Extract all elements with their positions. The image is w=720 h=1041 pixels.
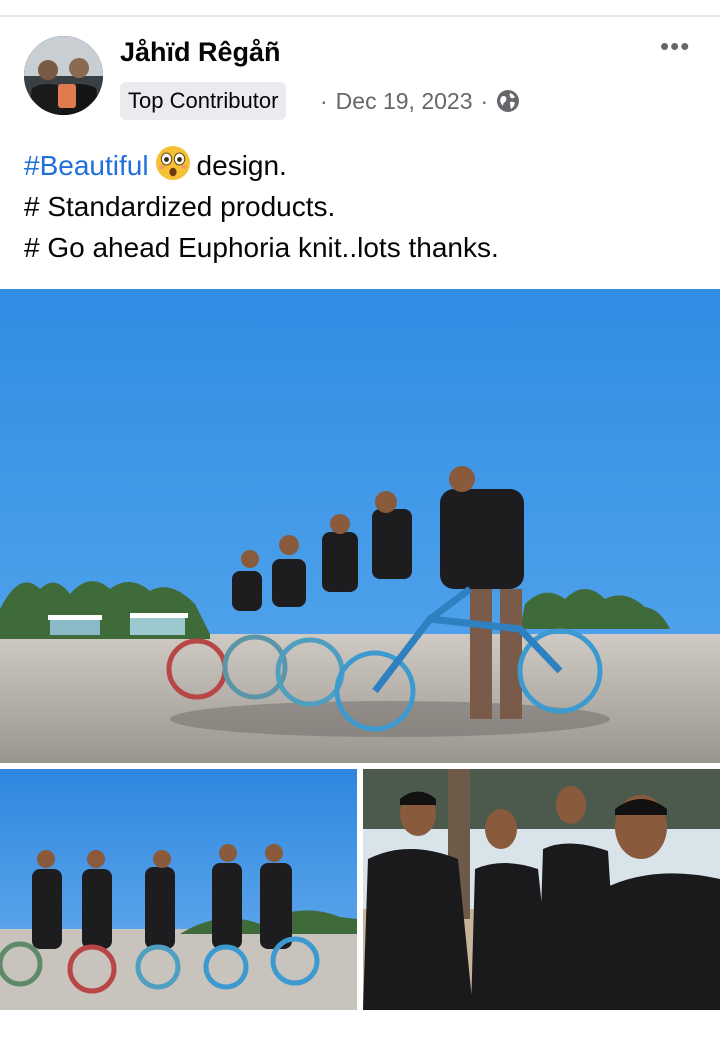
post-photo-bottom-left[interactable]	[0, 769, 357, 1010]
more-options-icon[interactable]: •••	[660, 33, 690, 59]
top-contributor-badge: Top Contributor	[120, 82, 287, 120]
meta-separator: ·	[320, 88, 328, 114]
post-text-design: design.	[196, 150, 287, 181]
post-meta: · Dec 19, 2023 ·	[312, 82, 520, 120]
astonished-face-emoji	[155, 145, 191, 181]
top-divider	[0, 15, 720, 17]
post-text: #Beautiful design. # Standardized product…	[24, 145, 704, 268]
author-name[interactable]: Jåhïd Rêgåñ	[120, 37, 281, 68]
globe-icon	[496, 89, 520, 113]
post-photo-bottom-right[interactable]	[363, 769, 720, 1010]
post-text-line-1: #Beautiful design.	[24, 145, 704, 186]
post-date[interactable]: Dec 19, 2023	[336, 82, 473, 120]
hashtag-beautiful[interactable]: #Beautiful	[24, 150, 149, 181]
meta-separator: ·	[480, 88, 489, 114]
author-avatar[interactable]	[24, 36, 103, 115]
post-text-line-2: # Standardized products.	[24, 191, 336, 222]
post-photo-main[interactable]	[0, 289, 720, 763]
post-text-line-3: # Go ahead Euphoria knit..lots thanks.	[24, 232, 499, 263]
